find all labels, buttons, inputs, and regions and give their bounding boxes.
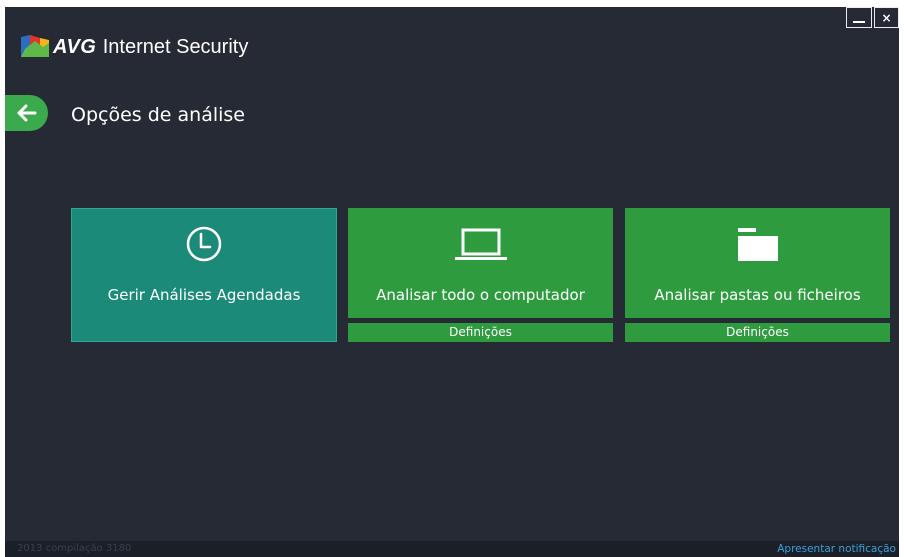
scan-folders-or-files-tile[interactable]: Analisar pastas ou ficheiros xyxy=(625,208,890,318)
minimize-icon xyxy=(853,21,865,23)
close-button[interactable]: × xyxy=(874,7,899,28)
tile-label: Analisar todo o computador xyxy=(376,286,585,304)
tile-label: Analisar pastas ou ficheiros xyxy=(654,286,861,304)
page-title: Opções de análise xyxy=(71,104,245,126)
build-version: 2013 compilação 3180 xyxy=(17,543,132,554)
scan-whole-computer-tile[interactable]: Analisar todo o computador xyxy=(348,208,613,318)
app-window: × AVG Internet Security Opções de anális… xyxy=(5,7,899,557)
manage-scheduled-scans-tile[interactable]: Gerir Análises Agendadas xyxy=(71,208,337,342)
laptop-icon xyxy=(454,228,507,260)
folder-icon xyxy=(737,228,778,261)
app-brand: AVG xyxy=(53,36,97,58)
back-button[interactable] xyxy=(5,95,48,131)
minimize-button[interactable] xyxy=(846,7,872,28)
close-icon: × xyxy=(881,10,892,25)
tile-label: Gerir Análises Agendadas xyxy=(107,286,301,304)
avg-logo-icon xyxy=(21,35,49,57)
clock-icon xyxy=(186,226,222,262)
app-title: AVG Internet Security xyxy=(53,33,248,60)
status-footer: 2013 compilação 3180 Apresentar notifica… xyxy=(5,541,899,557)
arrow-left-icon xyxy=(17,104,36,122)
app-product: Internet Security xyxy=(102,36,249,58)
folder-scan-settings-button[interactable]: Definições xyxy=(625,323,890,342)
show-notification-link[interactable]: Apresentar notificação xyxy=(777,542,896,556)
computer-scan-settings-button[interactable]: Definições xyxy=(348,323,613,342)
